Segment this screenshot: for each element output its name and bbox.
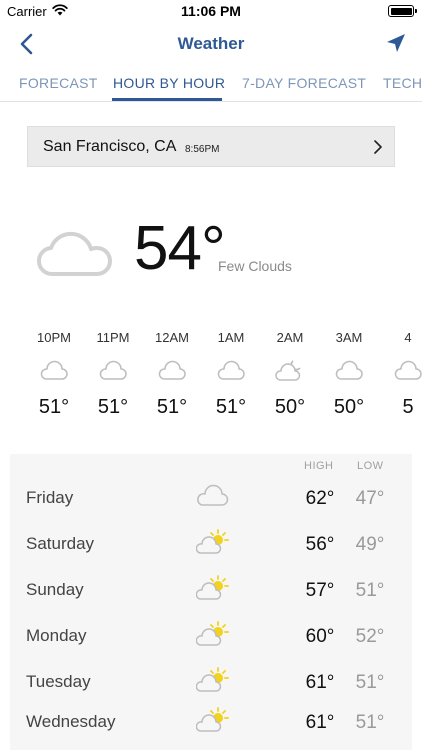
day-row-friday[interactable]: Friday 62° 47°: [10, 478, 412, 524]
hour-item: 12AM 51°: [143, 330, 201, 419]
tab-bar: FORECAST HOUR BY HOUR 7-DAY FORECAST TEC…: [0, 70, 422, 102]
location-city: San Francisco, CA: [43, 138, 177, 155]
daily-forecast: HIGH LOW Friday 62° 47° Saturday 56° 49°…: [10, 454, 412, 750]
cloud-icon: [394, 360, 422, 380]
low-column-header: LOW: [357, 460, 384, 472]
day-low: 51°: [355, 580, 385, 601]
day-name: Wednesday: [26, 712, 116, 731]
hour-item: 11PM 51°: [84, 330, 142, 419]
hour-time: 2AM: [276, 330, 304, 345]
day-high: 60°: [305, 626, 335, 647]
day-high: 61°: [305, 672, 335, 693]
day-high: 56°: [305, 534, 335, 555]
day-high: 57°: [305, 580, 335, 601]
tab-tech[interactable]: TECH: [383, 75, 422, 91]
day-name: Monday: [26, 626, 87, 645]
hour-time: 11PM: [96, 330, 130, 345]
day-low: 47°: [355, 488, 385, 509]
cloud-icon: [197, 484, 229, 506]
day-name: Tuesday: [26, 672, 91, 691]
cloud-icon: [158, 360, 186, 380]
partly-sunny-icon: [196, 707, 229, 732]
day-row-monday[interactable]: Monday 60° 52°: [10, 616, 412, 662]
current-description: Few Clouds: [218, 258, 292, 274]
day-name: Sunday: [26, 580, 84, 599]
day-row-saturday[interactable]: Saturday 56° 49°: [10, 524, 412, 570]
day-low: 51°: [355, 672, 385, 693]
hour-item: 3AM 50°: [320, 330, 378, 419]
chevron-right-icon: [374, 140, 382, 154]
hour-temp: 5: [402, 396, 414, 418]
hour-temp: 50°: [274, 396, 306, 418]
cloud-icon: [99, 360, 127, 380]
hour-time: 1AM: [217, 330, 245, 345]
cloud-icon: [335, 360, 363, 380]
battery-icon: [388, 5, 417, 17]
location-selector[interactable]: San Francisco, CA 8:56PM: [27, 126, 395, 167]
day-high: 61°: [305, 712, 335, 733]
day-low: 52°: [355, 626, 385, 647]
status-bar: Carrier 11:06 PM: [0, 0, 422, 22]
hour-item: 1AM 51°: [202, 330, 260, 419]
hour-temp: 51°: [97, 396, 129, 418]
day-high: 62°: [305, 488, 335, 509]
status-time: 11:06 PM: [181, 3, 241, 19]
hour-item: 2AM 50°: [261, 330, 319, 419]
tab-hour-by-hour[interactable]: HOUR BY HOUR: [113, 75, 225, 91]
hour-temp: 50°: [333, 396, 365, 418]
tab-forecast[interactable]: FORECAST: [19, 75, 98, 91]
day-low: 51°: [355, 712, 385, 733]
location-time: 8:56PM: [185, 144, 220, 155]
hour-temp: 51°: [215, 396, 247, 418]
partly-sunny-icon: [196, 529, 229, 554]
hour-item: 10PM 51°: [25, 330, 83, 419]
cloud-icon: [37, 231, 112, 277]
cloud-icon: [40, 360, 68, 380]
active-tab-indicator: [112, 98, 222, 101]
day-row-sunday[interactable]: Sunday 57° 51°: [10, 570, 412, 616]
hour-temp: 51°: [38, 396, 70, 418]
hour-time: 10PM: [37, 330, 71, 345]
day-row-wednesday[interactable]: Wednesday 61° 51°: [10, 702, 412, 748]
tab-7-day-forecast[interactable]: 7-DAY FORECAST: [242, 75, 366, 91]
partly-sunny-icon: [196, 621, 229, 646]
day-name: Saturday: [26, 534, 95, 553]
current-temperature: 54°: [134, 214, 226, 283]
hour-item: 4 5: [379, 330, 422, 419]
cloud-icon: [217, 360, 245, 380]
hour-time: 4: [404, 330, 412, 345]
partly-sunny-icon: [196, 667, 229, 692]
location-arrow-icon[interactable]: [384, 31, 408, 55]
hour-time: 3AM: [335, 330, 363, 345]
hourly-forecast[interactable]: 10PM 51° 11PM 51° 12AM 51° 1AM 51° 2AM 5…: [0, 330, 422, 430]
page-title: Weather: [177, 34, 245, 53]
nav-bar: Weather: [0, 24, 422, 64]
hour-time: 12AM: [155, 330, 189, 345]
day-name: Friday: [26, 488, 74, 507]
cloud-moon-icon: [275, 360, 301, 381]
partly-sunny-icon: [196, 575, 229, 600]
hour-temp: 51°: [156, 396, 188, 418]
high-column-header: HIGH: [304, 460, 334, 472]
day-low: 49°: [355, 534, 385, 555]
